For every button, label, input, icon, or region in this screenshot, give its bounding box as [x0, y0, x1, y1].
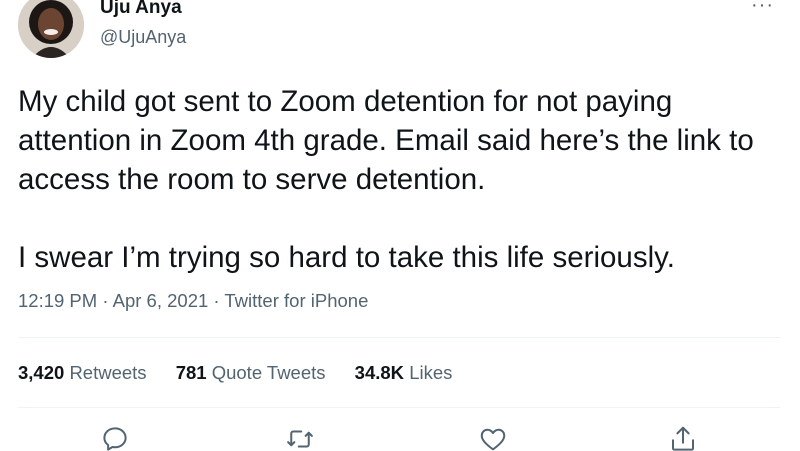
heart-icon	[480, 428, 506, 451]
avatar-image	[18, 0, 84, 58]
author-name[interactable]: Uju Anya	[100, 0, 182, 19]
tweet-text: My child got sent to Zoom detention for …	[18, 82, 788, 277]
tweet-date: Apr 6, 2021	[112, 290, 209, 311]
tweet: Uju Anya @UjuAnya ··· My child got sent …	[0, 0, 800, 451]
quote-tweets-stat[interactable]: 781 Quote Tweets	[176, 362, 326, 384]
tweet-time: 12:19 PM	[18, 290, 98, 311]
retweet-button[interactable]	[285, 424, 315, 451]
meta-separator: ·	[213, 290, 220, 311]
retweets-stat[interactable]: 3,420 Retweets	[18, 362, 147, 384]
reply-icon	[103, 427, 127, 451]
likes-stat[interactable]: 34.8K Likes	[355, 362, 453, 384]
share-icon	[672, 426, 694, 451]
tweet-actions	[0, 424, 800, 451]
tweet-text-line: attention in Zoom 4th grade. Email said …	[18, 124, 754, 157]
author-handle[interactable]: @UjuAnya	[100, 27, 186, 48]
retweet-icon	[287, 430, 313, 448]
meta-separator: ·	[102, 290, 109, 311]
tweet-text-line: I swear I’m trying so hard to take this …	[18, 241, 675, 274]
tweet-text-line: My child got sent to Zoom detention for …	[18, 85, 673, 118]
likes-count: 34.8K	[354, 362, 405, 383]
tweet-text-line: access the room to serve detention.	[18, 163, 486, 196]
retweets-count: 3,420	[18, 362, 65, 383]
quote-tweets-count: 781	[175, 362, 207, 383]
divider	[18, 337, 780, 338]
more-options-icon[interactable]: ···	[751, 0, 774, 17]
tweet-stats: 3,420 Retweets 781 Quote Tweets 34.8K Li…	[18, 362, 476, 384]
likes-label: Likes	[409, 362, 453, 383]
like-button[interactable]	[478, 424, 508, 451]
tweet-meta: 12:19 PM · Apr 6, 2021 · Twitter for iPh…	[18, 290, 368, 312]
reply-button[interactable]	[100, 424, 130, 451]
tweet-timestamp[interactable]: 12:19 PM · Apr 6, 2021	[18, 290, 208, 311]
share-button[interactable]	[668, 424, 698, 451]
retweets-label: Retweets	[69, 362, 147, 383]
quote-tweets-label: Quote Tweets	[211, 362, 326, 383]
avatar[interactable]	[18, 0, 84, 58]
divider	[18, 407, 780, 408]
tweet-source[interactable]: Twitter for iPhone	[224, 290, 368, 311]
